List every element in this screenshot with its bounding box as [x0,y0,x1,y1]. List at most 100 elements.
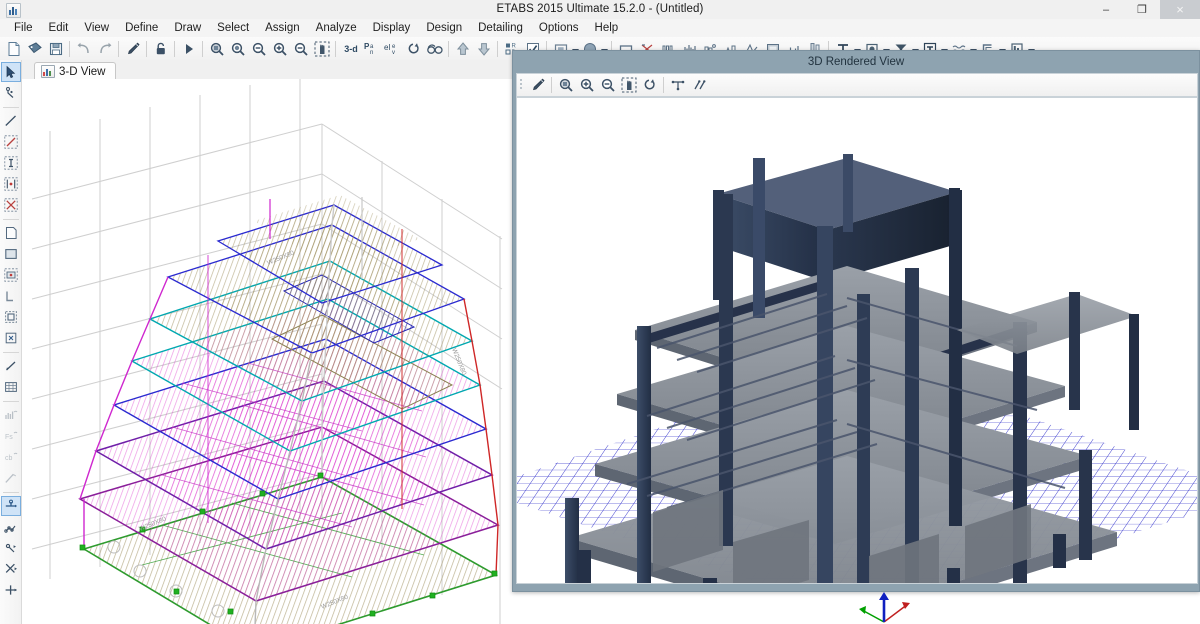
move-down-story-icon[interactable] [473,38,494,59]
model-view-icon [41,65,55,78]
edit-pencil-icon[interactable] [527,75,548,96]
quick-draw-column-icon[interactable] [1,153,21,173]
rubber-band-zoom-icon[interactable] [206,38,227,59]
previous-zoom-icon[interactable] [248,38,269,59]
reshape-object-icon[interactable] [1,83,21,103]
menu-file[interactable]: File [6,20,41,37]
menu-view[interactable]: View [76,20,117,37]
run-analysis-icon[interactable] [178,38,199,59]
pointer-select-icon[interactable] [0,62,21,82]
toolbar-separator [448,40,449,57]
menu-options[interactable]: Options [531,20,587,37]
rendered-3d-scene[interactable] [516,97,1198,584]
assign-end-release-icon[interactable] [1,559,21,579]
svg-text:R: R [511,43,516,49]
rotate-3d-view-icon[interactable] [639,75,660,96]
title-bar: ETABS 2015 Ultimate 15.2.0 - (Untitled) … [0,0,1200,20]
minimize-button[interactable]: – [1088,0,1124,19]
undo-icon[interactable] [73,38,94,59]
restore-full-view-icon[interactable] [227,38,248,59]
tab-3d-view[interactable]: 3-D View [34,62,117,80]
rubber-band-zoom-icon[interactable] [555,75,576,96]
toolbar-separator [146,40,147,57]
move-up-story-icon[interactable] [452,38,473,59]
assign-area-load-icon[interactable]: Fs [1,426,21,446]
draw-floor-area-icon[interactable] [1,223,21,243]
draw-rectangular-area-icon[interactable] [1,244,21,264]
quick-draw-secondary-beam-icon[interactable] [1,174,21,194]
zoom-out-one-step-icon[interactable] [290,38,311,59]
menu-select[interactable]: Select [209,20,257,37]
redo-icon[interactable] [94,38,115,59]
draw-reference-line-icon[interactable] [1,356,21,376]
draw-point-object-icon[interactable] [1,328,21,348]
rendered-view-window[interactable]: 3D Rendered View [512,50,1200,592]
menu-design[interactable]: Design [418,20,470,37]
draw-line-object-icon[interactable] [1,111,21,131]
etabs-application-window: ETABS 2015 Ultimate 15.2.0 - (Untitled) … [0,0,1200,624]
draw-cross-brace-icon[interactable] [1,195,21,215]
assign-joint-restraint-icon[interactable] [0,496,21,516]
svg-text:v: v [392,50,395,56]
draw-wall-stack-icon[interactable] [1,286,21,306]
toolbar-separator [551,77,552,93]
zoom-out-one-step-icon[interactable] [597,75,618,96]
close-button[interactable]: × [1160,0,1200,19]
move-view-icon[interactable] [688,75,709,96]
assign-frame-release-icon[interactable] [1,538,21,558]
sidebar-separator [2,492,19,493]
edit-pencil-icon[interactable] [122,38,143,59]
set-elevation-view-icon[interactable]: el e v [383,38,403,59]
maximize-button[interactable]: ❐ [1124,0,1160,19]
lock-model-icon[interactable] [150,38,171,59]
tab-label: 3-D View [59,65,106,78]
menu-assign[interactable]: Assign [257,20,308,37]
menu-help[interactable]: Help [587,20,627,37]
quick-draw-brace-icon[interactable] [1,132,21,152]
pan-icon[interactable] [311,38,332,59]
menu-bar: File Edit View Define Draw Select Assign… [0,19,1200,38]
sidebar-separator [2,219,19,220]
rendered-view-toolbar [516,73,1198,97]
menu-display[interactable]: Display [365,20,419,37]
svg-text:Fs: Fs [5,434,13,441]
assign-section-icon[interactable] [1,468,21,488]
svg-text:n: n [370,50,373,56]
assign-point-load-icon[interactable]: cb [1,447,21,467]
quick-draw-area-icon[interactable] [1,265,21,285]
toolbar-separator [663,77,664,93]
menu-edit[interactable]: Edit [41,20,77,37]
draw-tools-sidebar: Fs cb [0,60,22,624]
new-model-icon[interactable] [3,38,24,59]
page-title: ETABS 2015 Ultimate 15.2.0 - (Untitled) [496,3,704,15]
secondary-axis-triad [838,592,948,624]
draw-opening-icon[interactable] [1,307,21,327]
toolbar-separator [174,40,175,57]
sidebar-separator [2,352,19,353]
draw-developed-elevation-icon[interactable] [1,377,21,397]
menu-draw[interactable]: Draw [166,20,209,37]
perspective-icon[interactable] [667,75,688,96]
rotate-3d-view-icon[interactable] [403,38,424,59]
menu-define[interactable]: Define [117,20,166,37]
assign-diaphragm-icon[interactable] [1,580,21,600]
assign-joint-spring-icon[interactable] [1,517,21,537]
set-plan-view-icon[interactable]: Pan [363,38,383,59]
set-3d-view-icon[interactable]: 3-d [339,38,363,59]
perspective-toggle-icon[interactable] [424,38,445,59]
zoom-in-one-step-icon[interactable] [576,75,597,96]
toolbar-separator [202,40,203,57]
toolbar-grip-icon[interactable] [519,77,525,93]
pan-icon[interactable] [618,75,639,96]
menu-detailing[interactable]: Detailing [470,20,531,37]
open-file-icon[interactable] [24,38,45,59]
sidebar-separator [2,107,19,108]
save-icon[interactable] [45,38,66,59]
toolbar-separator [335,40,336,57]
zoom-in-one-step-icon[interactable] [269,38,290,59]
menu-analyze[interactable]: Analyze [308,20,365,37]
assign-frame-load-icon[interactable] [1,405,21,425]
toolbar-separator [497,40,498,57]
rendered-view-title: 3D Rendered View [807,56,905,68]
rendered-structure [565,154,1139,583]
